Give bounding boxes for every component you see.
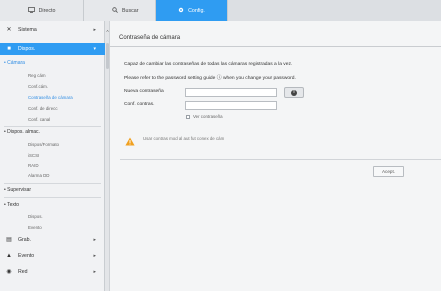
- sidebar-item-texto-evento[interactable]: Evento: [28, 225, 42, 230]
- section-supervisar[interactable]: • Supervisar: [4, 187, 31, 193]
- sidebar-item-alarma-dd[interactable]: Alarma DD: [28, 173, 49, 178]
- new-password-label: Nueva contraseña: [124, 89, 164, 94]
- sidebar-item-dispos-formato[interactable]: Dispos/Formato: [28, 142, 59, 147]
- sidebar-item-sistema[interactable]: ✕ Sistema ▸: [0, 24, 105, 36]
- apply-button[interactable]: Acept.: [373, 166, 404, 177]
- record-icon: ▤: [6, 237, 12, 243]
- tab-buscar[interactable]: Buscar: [84, 0, 156, 21]
- chevron-right-icon: ▸: [93, 237, 96, 243]
- show-password-checkbox[interactable]: Ver contraseña: [186, 114, 223, 119]
- section-dispos-almac[interactable]: • Dispos. almac.: [4, 129, 40, 135]
- sidebar-divider: [4, 197, 101, 198]
- gear-icon: [178, 7, 184, 15]
- confirm-password-input[interactable]: [185, 101, 277, 110]
- tab-config[interactable]: Config.: [156, 0, 228, 21]
- warning-icon: [125, 133, 135, 151]
- description-line-1: Capaz de cambiar las contraseñas de toda…: [124, 62, 293, 67]
- camera-icon: ■: [7, 46, 11, 52]
- info-icon: !: [291, 89, 297, 96]
- tab-directo[interactable]: Directo: [0, 0, 84, 21]
- confirm-password-label: Conf. contras.: [124, 102, 155, 107]
- network-icon: ◉: [6, 269, 12, 275]
- warning-text: Usar contras mod al aut fut conex de cám: [143, 136, 225, 141]
- section-texto[interactable]: • Texto: [4, 202, 19, 208]
- checkbox-box[interactable]: [186, 114, 190, 119]
- section-dispos-almac-label: Dispos. almac.: [7, 129, 40, 135]
- sidebar-item-conf-cam[interactable]: Conf.cám.: [28, 84, 48, 89]
- sidebar-item-label: Sistema: [18, 27, 37, 33]
- sidebar-item-label: Red: [18, 269, 28, 275]
- sidebar-item-conf-direcc[interactable]: Conf. de direcc: [28, 106, 58, 111]
- scrollbar-thumb[interactable]: [106, 43, 109, 69]
- tab-config-label: Config.: [188, 7, 205, 14]
- sidebar-item-dispos[interactable]: ■ Dispos. ▾: [0, 43, 105, 55]
- sidebar-item-evento[interactable]: ▲ Evento ▸: [0, 250, 105, 262]
- tab-directo-label: Directo: [38, 7, 56, 14]
- sidebar-item-iscsi[interactable]: iSCSI: [28, 153, 39, 158]
- section-camara-label: Cámara: [7, 60, 25, 66]
- section-camara[interactable]: • Cámara: [4, 60, 25, 66]
- sidebar-item-label: Grab.: [18, 237, 31, 243]
- chevron-down-icon: ▾: [93, 46, 96, 52]
- sidebar-item-raid[interactable]: RAID: [28, 163, 39, 168]
- show-password-label: Ver contraseña: [193, 114, 223, 119]
- sidebar-item-reg-cam[interactable]: Reg cám: [28, 73, 46, 78]
- top-tab-bar: Directo Buscar Config.: [0, 0, 441, 21]
- sidebar-item-grab[interactable]: ▤ Grab. ▸: [0, 234, 105, 246]
- chevron-right-icon: ▸: [93, 253, 96, 259]
- event-icon: ▲: [6, 253, 12, 259]
- page-header: Contraseña de cámara: [110, 31, 441, 47]
- sidebar: ✕ Sistema ▸ ■ Dispos. ▾ • Cámara Reg cám…: [0, 21, 105, 291]
- tab-bar-empty: [228, 0, 441, 21]
- chevron-right-icon: ▸: [93, 269, 96, 275]
- sidebar-item-contrasena-camara[interactable]: Contraseña de cámara: [28, 95, 73, 100]
- sidebar-item-conf-canal[interactable]: Conf. canal: [28, 117, 50, 122]
- section-texto-label: Texto: [7, 202, 20, 208]
- new-password-input[interactable]: [185, 88, 277, 97]
- sidebar-divider: [4, 126, 101, 127]
- chevron-right-icon: ▸: [93, 27, 96, 33]
- content-divider: [120, 159, 441, 160]
- app-window: Directo Buscar Config. ✕ Sistema ▸ ■ Dis…: [0, 0, 441, 291]
- page-title: Contraseña de cámara: [119, 35, 181, 41]
- section-supervisar-label: Supervisar: [7, 187, 32, 193]
- monitor-icon: [27, 6, 35, 15]
- tab-buscar-label: Buscar: [122, 7, 139, 14]
- sidebar-item-label: Evento: [18, 253, 35, 259]
- sidebar-item-texto-dispos[interactable]: Dispos.: [28, 214, 43, 219]
- description-line-2: Please refer to the password setting gui…: [124, 76, 296, 81]
- main-panel: Contraseña de cámara Capaz de cambiar la…: [110, 21, 441, 291]
- search-icon: [112, 6, 118, 15]
- tools-icon: ✕: [6, 27, 12, 33]
- sidebar-item-red[interactable]: ◉ Red ▸: [0, 266, 105, 278]
- sidebar-divider: [4, 183, 101, 184]
- sidebar-item-label: Dispos.: [18, 46, 36, 52]
- password-guide-button[interactable]: !: [284, 87, 304, 98]
